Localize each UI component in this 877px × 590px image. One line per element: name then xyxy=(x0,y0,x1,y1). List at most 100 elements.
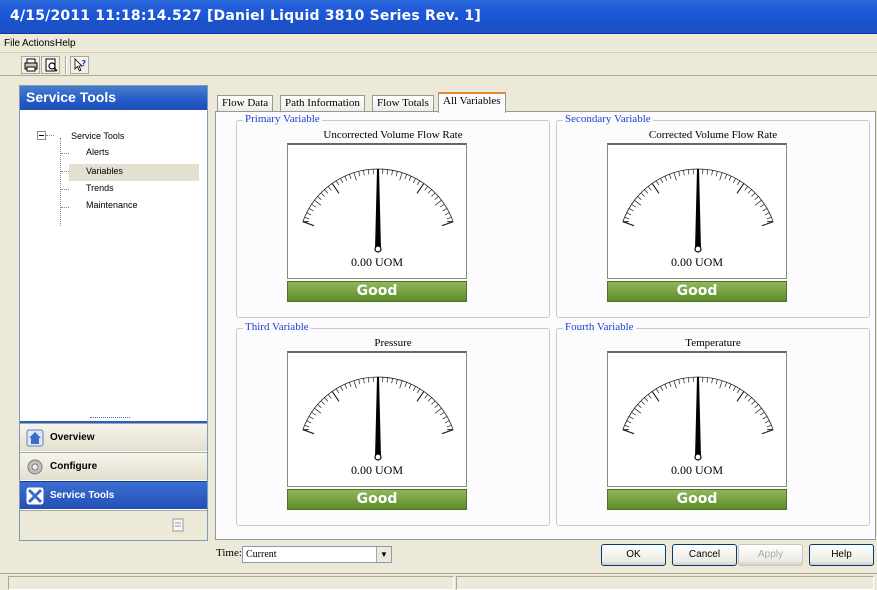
gauge-tick xyxy=(386,169,389,175)
gauge-tick xyxy=(747,397,752,402)
gauge-tick xyxy=(311,203,317,208)
gauge-tick xyxy=(311,411,317,416)
configure-buttons-icon[interactable] xyxy=(170,517,186,533)
gauge-tick xyxy=(446,424,452,428)
toolbar-border xyxy=(0,75,877,78)
gauge-tick xyxy=(314,200,322,206)
secondary-variable-status: Good xyxy=(607,281,787,302)
tab-flow-data[interactable]: Flow Data xyxy=(217,95,274,112)
ok-button[interactable]: OK xyxy=(601,544,666,566)
third-variable-group: Third Variable Pressure 0.00 UOM Good xyxy=(236,321,550,526)
gauge-tick xyxy=(744,186,749,191)
gauge-tick xyxy=(367,169,370,175)
apply-button[interactable]: Apply xyxy=(738,544,803,566)
cancel-button[interactable]: Cancel xyxy=(672,544,737,566)
context-help-icon: ? xyxy=(74,58,86,72)
gauge-tick xyxy=(416,180,421,186)
tab-all-variables[interactable]: All Variables xyxy=(438,92,506,113)
gauge-tick xyxy=(747,189,752,194)
gauge-tick xyxy=(363,378,365,384)
third-variable-title: Pressure xyxy=(374,337,412,349)
gauge-tick xyxy=(719,172,723,181)
gauge-tick xyxy=(327,186,332,191)
secondary-variable-legend: Secondary Variable xyxy=(563,113,653,125)
primary-variable-reading: 0.00 UOM xyxy=(350,255,403,269)
menu-bar: File Actions Help xyxy=(0,35,877,53)
gauge-tick xyxy=(416,183,425,194)
time-select[interactable]: Current ▼ xyxy=(242,546,392,563)
fourth-variable-reading: 0.00 UOM xyxy=(670,463,723,477)
gauge-tick xyxy=(412,386,416,391)
toolbar-separator xyxy=(65,56,67,74)
context-help-button[interactable]: ? xyxy=(70,56,89,74)
gauge-tick xyxy=(353,172,357,181)
primary-variable-legend: Primary Variable xyxy=(243,113,322,125)
gauge-tick xyxy=(664,384,668,389)
menu-file[interactable]: File xyxy=(4,38,20,49)
tree-root-service-tools[interactable]: Service Tools xyxy=(71,131,124,141)
tree-connector xyxy=(61,189,69,190)
gauge-tick xyxy=(340,386,344,391)
title-bar[interactable]: 4/15/2011 11:18:14.527 [Daniel Liquid 38… xyxy=(0,0,877,34)
tree-collapse-icon[interactable] xyxy=(37,131,46,140)
gauge-tick xyxy=(683,378,685,384)
gauge-tick xyxy=(626,420,632,424)
gauge-tick xyxy=(434,196,439,201)
gauge-tick xyxy=(317,404,322,409)
gauge-tick xyxy=(754,408,762,414)
splitter-grip[interactable] xyxy=(90,417,130,421)
print-icon xyxy=(24,58,37,72)
gauge-tick xyxy=(640,192,645,197)
gauge-tick xyxy=(655,388,660,394)
help-button[interactable]: Help xyxy=(809,544,874,566)
gauge-tick xyxy=(412,178,416,183)
gauge-tick xyxy=(751,400,756,405)
status-pane-left xyxy=(8,576,454,590)
primary-variable-status: Good xyxy=(287,281,467,302)
gauge-tick xyxy=(404,174,407,180)
nav-button-overview[interactable]: Overview xyxy=(20,423,207,451)
gauge-tick xyxy=(434,408,442,414)
gauge-tick xyxy=(335,388,340,394)
gauge-tick xyxy=(724,174,727,180)
gauge-tick xyxy=(634,200,642,206)
chevron-down-icon[interactable]: ▼ xyxy=(376,547,391,562)
gauge-tick xyxy=(306,212,312,216)
tab-path-information[interactable]: Path Information xyxy=(280,95,365,112)
gauge-tick xyxy=(441,221,454,227)
gauge-tick xyxy=(404,382,407,388)
gauge-tick xyxy=(678,171,681,177)
gauge-tick xyxy=(706,377,709,383)
gauge-tick xyxy=(664,176,668,181)
gauge-tick xyxy=(647,394,652,399)
gauge-tick xyxy=(634,408,642,414)
gauge-tick xyxy=(416,388,421,394)
tree-item-alerts[interactable]: Alerts xyxy=(86,147,109,157)
gauge-tick xyxy=(324,397,329,402)
nav-button-configure[interactable]: Configure xyxy=(20,452,207,480)
house-icon xyxy=(26,429,44,447)
tree-item-trends[interactable]: Trends xyxy=(86,183,114,193)
gauge-tick xyxy=(637,404,642,409)
tree-item-maintenance[interactable]: Maintenance xyxy=(86,200,138,210)
gauge-tick xyxy=(762,208,768,212)
service-tools-tree: Service Tools Alerts Variables Trends Ma… xyxy=(20,110,207,416)
print-button[interactable] xyxy=(21,56,40,74)
print-preview-button[interactable] xyxy=(41,56,60,74)
tree-item-variables-label: Variables xyxy=(86,166,123,176)
tree-connector xyxy=(61,153,69,154)
menu-actions[interactable]: Actions xyxy=(22,38,55,49)
secondary-variable-reading: 0.00 UOM xyxy=(670,255,723,269)
tab-flow-totals[interactable]: Flow Totals xyxy=(372,95,434,112)
gauge-tick xyxy=(302,221,315,227)
tree-item-variables[interactable]: Variables xyxy=(69,164,199,181)
gauge-tick xyxy=(728,176,732,181)
gauge-tick xyxy=(424,394,429,399)
gauge-tick xyxy=(754,404,759,409)
menu-help[interactable]: Help xyxy=(55,38,76,49)
tree-connector xyxy=(61,171,69,172)
gauge-tick xyxy=(669,382,672,388)
gauge-tick xyxy=(628,416,634,420)
nav-button-service-tools[interactable]: Service Tools xyxy=(20,481,207,509)
gauge-tick xyxy=(754,200,762,206)
